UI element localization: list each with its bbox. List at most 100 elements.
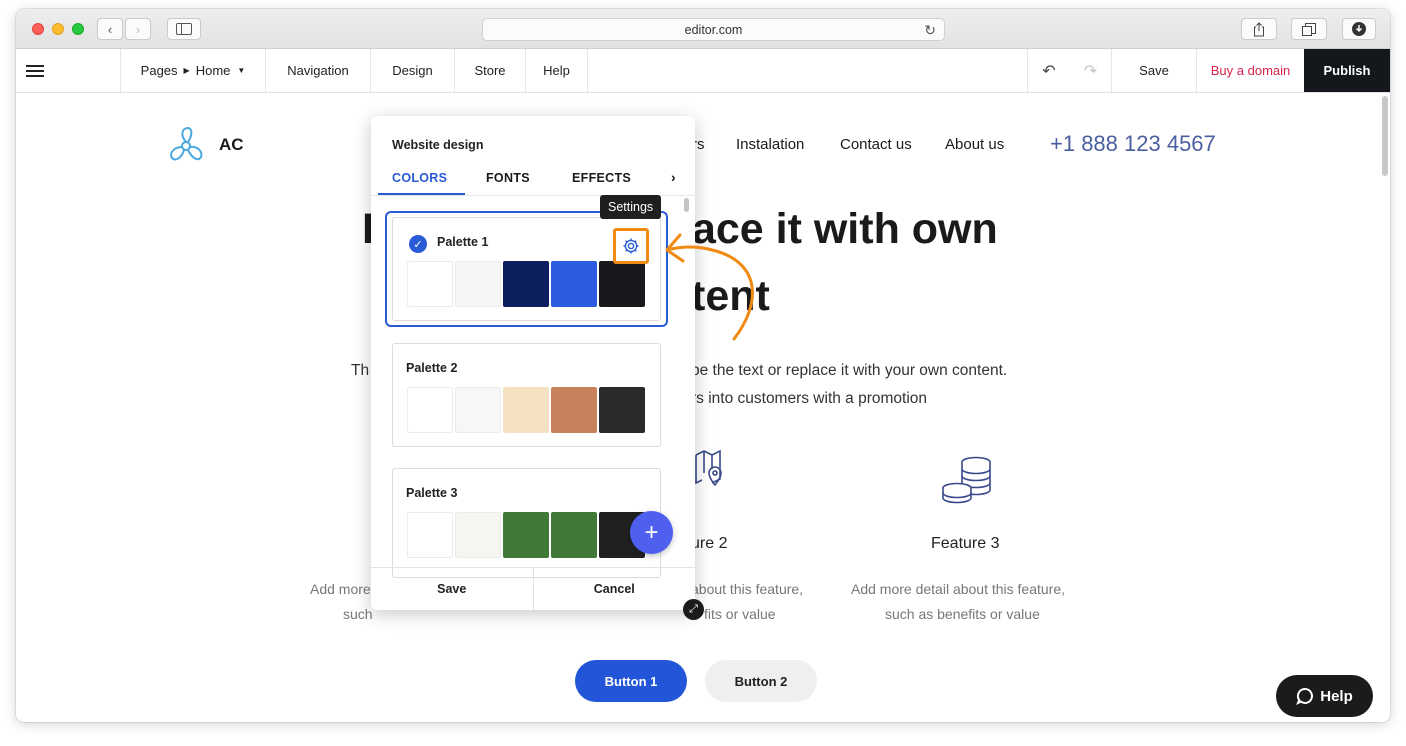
panel-save-button[interactable]: Save (371, 568, 534, 610)
hero-title-line2: tent (691, 272, 770, 320)
panel-title: Website design (392, 138, 484, 152)
feature-2-desc-line1: about this feature, (691, 581, 804, 597)
hero-subtitle-start: Th (351, 362, 370, 379)
pages-label: Pages (140, 63, 178, 78)
downloads-button[interactable] (1342, 18, 1376, 40)
chevron-right-icon: › (135, 21, 141, 37)
site-preview: AC rs Instalation Contact us About us +1… (16, 94, 1390, 722)
tabs-icon (1302, 22, 1316, 36)
panel-cancel-button[interactable]: Cancel (534, 568, 696, 610)
swatch (455, 261, 501, 307)
feature-3-desc-line1: Add more detail about this feature, (851, 581, 1066, 597)
add-palette-button[interactable]: + (630, 511, 673, 554)
toolbar-spacer (588, 49, 1028, 92)
plus-icon: + (644, 518, 659, 546)
panel-footer: Save Cancel (371, 567, 695, 610)
logo-text: AC (219, 135, 244, 154)
coins-icon (942, 456, 991, 504)
tabs-overview-button[interactable] (1291, 18, 1327, 40)
back-button[interactable]: ‹ (97, 18, 123, 40)
active-tab-indicator (378, 193, 465, 195)
site-button-2[interactable]: Button 2 (705, 660, 817, 702)
swatch (503, 261, 549, 307)
palette-3-card[interactable]: Palette 3 (392, 468, 661, 578)
caret-down-icon: ▼ (237, 66, 246, 75)
hero-subtitle-line1: pe the text or replace it with your own … (691, 362, 1008, 379)
undo-icon: ↶ (1042, 62, 1056, 80)
tab-help[interactable]: Help (526, 49, 588, 92)
pages-dropdown[interactable]: Pages ▶ Home ▼ (121, 49, 266, 92)
save-button[interactable]: Save (1112, 49, 1197, 92)
tab-design[interactable]: Design (371, 49, 455, 92)
palette-2-card[interactable]: Palette 2 (392, 343, 661, 447)
gear-icon (623, 238, 639, 254)
help-chat-label: Help (1320, 687, 1353, 705)
sidebar-toggle-button[interactable] (167, 18, 201, 40)
palette-1-name: Palette 1 (437, 235, 489, 249)
site-phone: +1 888 123 4567 (1050, 131, 1216, 156)
palette-3-swatches (407, 512, 645, 558)
reload-icon[interactable]: ↻ (924, 22, 936, 39)
website-design-panel: Website design COLORS FONTS EFFECTS › ✓ … (371, 116, 695, 610)
minimize-window-button[interactable] (52, 23, 64, 35)
help-chat-button[interactable]: Help (1276, 675, 1373, 717)
editor-toolbar: Pages ▶ Home ▼ Navigation Design Store H… (16, 49, 1390, 93)
palette-settings-button[interactable] (613, 228, 649, 264)
tab-store[interactable]: Store (455, 49, 526, 92)
tab-effects[interactable]: EFFECTS (572, 171, 631, 185)
site-nav-installation[interactable]: Instalation (736, 136, 804, 153)
palette-1-swatches (407, 261, 645, 307)
map-pin-icon (695, 449, 722, 487)
download-icon (1352, 22, 1366, 36)
panel-scrollbar[interactable] (684, 198, 689, 212)
forward-button[interactable]: › (125, 18, 151, 40)
swatch (407, 512, 453, 558)
feature-3-desc-line2: such as benefits or value (885, 606, 1040, 622)
palette-3-name: Palette 3 (406, 486, 458, 500)
site-nav-about[interactable]: About us (945, 136, 1004, 153)
feature-1-desc-line1: Add more (310, 581, 371, 597)
caret-right-icon: ▶ (183, 66, 190, 75)
swatch (455, 512, 501, 558)
feature-1-desc-line2: such (343, 606, 373, 622)
swatch (551, 512, 597, 558)
swatch (503, 387, 549, 433)
swatch (455, 387, 501, 433)
page-scrollbar[interactable] (1382, 96, 1388, 176)
palette-2-swatches (407, 387, 645, 433)
chat-bubble-icon (1296, 687, 1314, 705)
publish-button[interactable]: Publish (1304, 49, 1390, 92)
tab-navigation[interactable]: Navigation (266, 49, 371, 92)
close-window-button[interactable] (32, 23, 44, 35)
zoom-window-button[interactable] (72, 23, 84, 35)
browser-chrome: ‹ › editor.com ↻ (16, 9, 1390, 49)
hero-subtitle-line2: rs into customers with a promotion (691, 390, 928, 407)
redo-button[interactable]: ↷ (1070, 49, 1112, 92)
chevron-right-icon[interactable]: › (671, 169, 676, 185)
swatch (551, 387, 597, 433)
address-bar[interactable]: editor.com ↻ (482, 18, 945, 41)
hamburger-icon (26, 64, 44, 77)
checkmark-icon: ✓ (409, 235, 427, 253)
share-icon (1254, 21, 1264, 36)
sidebar-icon (176, 23, 192, 35)
feature-3-title: Feature 3 (931, 535, 1000, 552)
site-nav-contact[interactable]: Contact us (840, 136, 912, 153)
tab-fonts[interactable]: FONTS (486, 171, 530, 185)
tab-colors[interactable]: COLORS (392, 171, 447, 185)
undo-button[interactable]: ↶ (1028, 49, 1070, 92)
panel-tabs: COLORS FONTS EFFECTS › (371, 163, 695, 196)
resize-handle[interactable]: ⤢ (683, 599, 704, 620)
redo-icon: ↷ (1083, 62, 1098, 80)
swatch (599, 261, 645, 307)
site-button-1[interactable]: Button 1 (575, 660, 687, 702)
palette-2-name: Palette 2 (406, 361, 458, 375)
swatch (599, 387, 645, 433)
swatch (407, 261, 453, 307)
buy-domain-button[interactable]: Buy a domain (1197, 49, 1304, 92)
logo-icon (170, 126, 203, 161)
home-label: Home (195, 63, 231, 78)
swatch (407, 387, 453, 433)
menu-button[interactable] (16, 49, 121, 92)
share-button[interactable] (1241, 18, 1277, 40)
